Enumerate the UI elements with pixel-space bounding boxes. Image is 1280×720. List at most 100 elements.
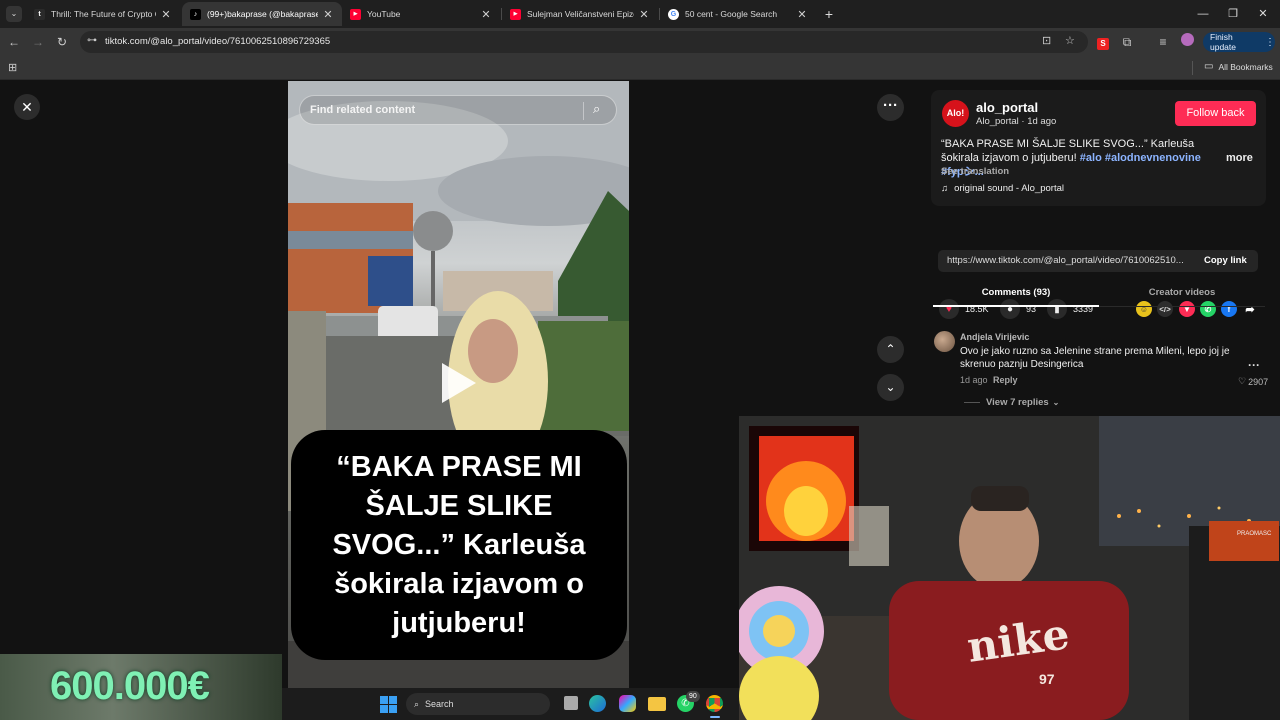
comment-more-icon[interactable]: ··· bbox=[1248, 358, 1260, 372]
music-note-icon: ♫ bbox=[941, 183, 949, 194]
comment-like[interactable]: ♡ 2907 bbox=[1238, 376, 1268, 387]
minimize-button[interactable]: — bbox=[1188, 4, 1218, 24]
chevron-down-icon: ⌄ bbox=[1052, 398, 1060, 407]
address-bar[interactable]: ⊶ tiktok.com/@alo_portal/video/761006251… bbox=[80, 31, 1088, 53]
creator-avatar[interactable]: Alo! bbox=[942, 100, 969, 127]
folder-icon: ▭ bbox=[1204, 61, 1214, 72]
follow-back-label: Follow back bbox=[1186, 107, 1245, 119]
search-icon[interactable]: ⌕ bbox=[593, 101, 600, 117]
tab-comments[interactable]: Comments (93) bbox=[933, 281, 1099, 307]
reload-icon[interactable]: ↻ bbox=[52, 32, 72, 52]
restore-button[interactable]: ❐ bbox=[1218, 4, 1248, 24]
commenter-avatar[interactable] bbox=[934, 331, 955, 352]
heart-outline-icon: ♡ bbox=[1238, 376, 1247, 386]
task-view-icon[interactable] bbox=[564, 696, 578, 710]
see-translation-link[interactable]: See translation bbox=[941, 166, 1009, 177]
more-options-button[interactable]: ··· bbox=[877, 94, 904, 121]
search-icon: ⌕ bbox=[414, 698, 420, 709]
youtube-favicon-icon: ▶ bbox=[510, 8, 521, 20]
edge-icon[interactable] bbox=[589, 695, 606, 712]
comment-like-count: 2907 bbox=[1248, 376, 1269, 387]
close-tab-icon[interactable]: ✕ bbox=[480, 8, 492, 21]
share-link-box: https://www.tiktok.com/@alo_portal/video… bbox=[938, 250, 1258, 272]
bookmarks-divider bbox=[1192, 61, 1193, 75]
video-search-placeholder: Find related content bbox=[310, 104, 416, 116]
close-tab-icon[interactable]: ✕ bbox=[638, 8, 650, 21]
bookmark-star-icon[interactable]: ☆ bbox=[1065, 34, 1075, 47]
close-window-button[interactable]: ✕ bbox=[1248, 4, 1278, 24]
close-tab-icon[interactable]: ✕ bbox=[160, 8, 172, 21]
url-text: tiktok.com/@alo_portal/video/76100625108… bbox=[105, 36, 331, 47]
tab-strip: ⌄ t Thrill: The Future of Crypto Casi ✕ … bbox=[0, 0, 1280, 28]
tab-label: Sulejman Veličanstveni Epizoda bbox=[527, 9, 634, 19]
post-meta: Alo_portal · 1d ago bbox=[976, 116, 1057, 127]
finish-update-button[interactable]: Finish update ⋮ bbox=[1203, 32, 1275, 52]
profile-avatar-icon[interactable] bbox=[1177, 32, 1197, 52]
comment-author[interactable]: Andjela Virijevic bbox=[960, 332, 1029, 342]
tab-creator-videos[interactable]: Creator videos bbox=[1099, 281, 1265, 307]
tab-sulejman[interactable]: ▶ Sulejman Veličanstveni Epizoda ✕ bbox=[502, 2, 658, 26]
install-app-icon[interactable]: ⊡ bbox=[1042, 34, 1051, 47]
forward-icon[interactable]: → bbox=[28, 32, 48, 52]
thrill-favicon-icon: t bbox=[34, 8, 45, 20]
all-bookmarks[interactable]: ▭ All Bookmarks bbox=[1204, 61, 1273, 72]
menu-kebab-icon: ⋮ bbox=[1265, 36, 1275, 48]
tab-search-button[interactable]: ⌄ bbox=[6, 6, 22, 22]
tab-label: YouTube bbox=[367, 9, 401, 19]
tab-google[interactable]: G 50 cent - Google Search ✕ bbox=[660, 2, 816, 26]
tab-label: (99+)bakaprase (@bakaprase) | bbox=[207, 9, 318, 19]
next-video-button[interactable]: ⌄ bbox=[877, 374, 904, 401]
share-url[interactable]: https://www.tiktok.com/@alo_portal/video… bbox=[947, 255, 1184, 266]
active-app-indicator bbox=[710, 716, 720, 718]
shirt-number-text: 97 bbox=[1039, 671, 1055, 687]
tab-thrill[interactable]: t Thrill: The Future of Crypto Casi ✕ bbox=[26, 2, 180, 26]
reading-list-icon[interactable]: ≡ bbox=[1153, 32, 1173, 52]
video-caption-overlay: “BAKA PRASE MI ŠALJE SLIKE SVOG...” Karl… bbox=[291, 430, 627, 660]
toolbar: ← → ↻ ⊶ tiktok.com/@alo_portal/video/761… bbox=[0, 28, 1280, 56]
back-icon[interactable]: ← bbox=[4, 32, 24, 52]
play-icon[interactable] bbox=[442, 363, 476, 403]
replies-line bbox=[964, 402, 980, 403]
tab-label: 50 cent - Google Search bbox=[685, 9, 778, 19]
tab-tiktok[interactable]: ♪ (99+)bakaprase (@bakaprase) | ✕ bbox=[182, 2, 342, 26]
creator-username[interactable]: alo_portal bbox=[976, 100, 1038, 115]
previous-video-button[interactable]: ⌃ bbox=[877, 336, 904, 363]
windows-taskbar: ⌕ Search ✆ 90 bbox=[282, 688, 739, 720]
taskbar-search-label: Search bbox=[425, 699, 454, 709]
tab-comments-label: Comments (93) bbox=[981, 287, 1051, 298]
site-info-icon[interactable]: ⊶ bbox=[87, 35, 97, 46]
comment-reply-button[interactable]: Reply bbox=[993, 375, 1018, 385]
bookmarks-bar: ⊞ ▭ All Bookmarks bbox=[0, 56, 1280, 80]
comment-time: 1d ago bbox=[960, 375, 988, 385]
close-tab-icon[interactable]: ✕ bbox=[796, 8, 808, 21]
youtube-favicon-icon: ▶ bbox=[350, 8, 361, 20]
google-favicon-icon: G bbox=[668, 8, 679, 20]
view-replies-button[interactable]: View 7 replies ⌄ bbox=[964, 397, 1059, 408]
tab-youtube[interactable]: ▶ YouTube ✕ bbox=[342, 2, 500, 26]
chrome-icon[interactable] bbox=[706, 695, 723, 712]
tab-label: Thrill: The Future of Crypto Casi bbox=[51, 9, 156, 19]
video-search-box[interactable]: Find related content ⌕ bbox=[299, 95, 617, 125]
apps-grid-icon[interactable]: ⊞ bbox=[8, 61, 17, 74]
sound-row[interactable]: ♫ original sound - Alo_portal bbox=[941, 183, 1064, 194]
extension-red-icon[interactable]: S bbox=[1093, 32, 1113, 52]
comment-text: Ovo je jako ruzno sa Jelenine strane pre… bbox=[960, 346, 1230, 370]
follow-back-button[interactable]: Follow back bbox=[1175, 101, 1256, 126]
video-caption-text: “BAKA PRASE MI ŠALJE SLIKE SVOG...” Karl… bbox=[332, 450, 586, 639]
more-link[interactable]: more bbox=[1226, 152, 1253, 164]
windows-start-icon[interactable] bbox=[380, 696, 397, 713]
new-tab-button[interactable]: + bbox=[820, 5, 838, 23]
whatsapp-badge: 90 bbox=[686, 691, 700, 702]
close-viewer-button[interactable]: ✕ bbox=[14, 94, 40, 120]
copilot-icon[interactable] bbox=[619, 695, 636, 712]
file-explorer-icon[interactable] bbox=[648, 697, 666, 711]
extensions-puzzle-icon[interactable]: ⧉ bbox=[1117, 32, 1137, 52]
view-replies-label: View 7 replies bbox=[986, 397, 1049, 408]
money-amount: 600.000€ bbox=[50, 664, 210, 708]
close-tab-icon[interactable]: ✕ bbox=[322, 8, 334, 21]
taskbar-search[interactable]: ⌕ Search bbox=[406, 693, 550, 715]
chair-brand-text: PRAOMASC bbox=[1237, 531, 1272, 537]
all-bookmarks-label: All Bookmarks bbox=[1218, 61, 1273, 72]
copy-link-button[interactable]: Copy link bbox=[1204, 255, 1247, 266]
details-panel: Alo! alo_portal Alo_portal · 1d ago Foll… bbox=[918, 81, 1280, 416]
